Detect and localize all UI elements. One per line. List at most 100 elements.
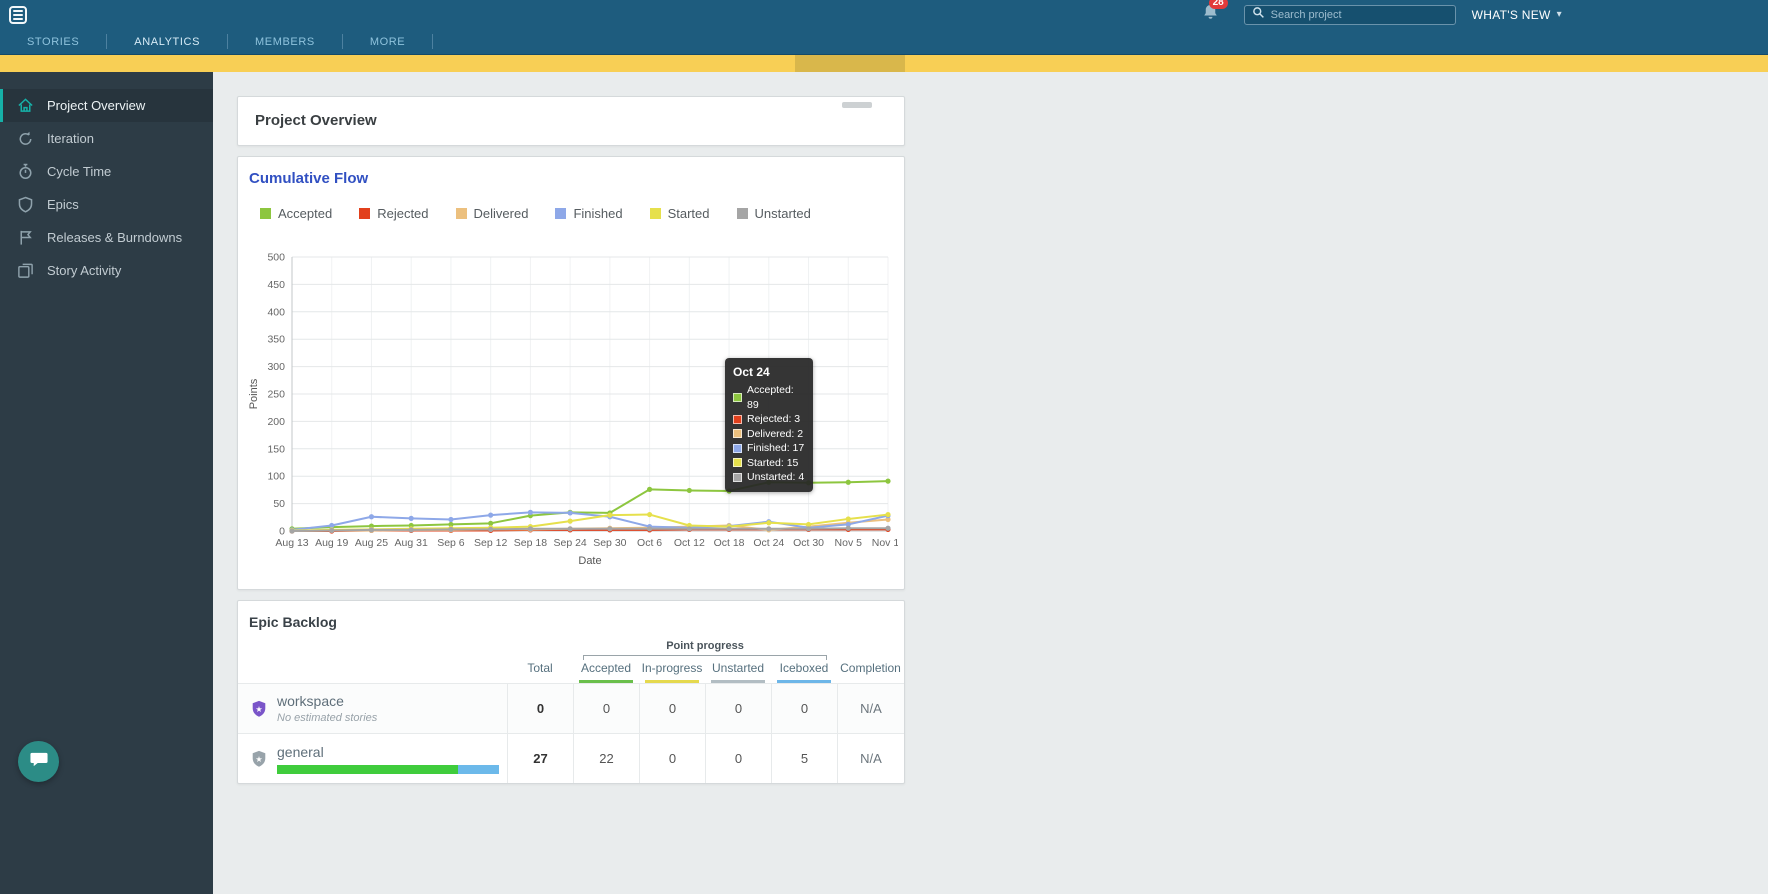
tooltip-title: Oct 24 (733, 365, 805, 379)
svg-text:Points: Points (248, 378, 260, 409)
column-header-total: Total (507, 656, 573, 683)
cell-in-progress: 0 (639, 684, 705, 733)
legend-label: Unstarted (755, 206, 811, 221)
chart-legend: Accepted Rejected Delivered Finished Started… (238, 187, 904, 221)
legend-item[interactable]: Accepted (260, 206, 332, 221)
chat-bubble-icon (29, 749, 49, 774)
tooltip-row: Unstarted: 4 (733, 470, 805, 485)
svg-text:Sep 30: Sep 30 (593, 537, 626, 549)
svg-text:50: 50 (273, 498, 285, 510)
search-input[interactable] (1271, 9, 1448, 21)
tab-analytics[interactable]: ANALYTICS (107, 29, 227, 55)
legend-swatch-icon (456, 208, 467, 219)
app-logo-icon[interactable] (9, 6, 27, 24)
legend-swatch-icon (555, 208, 566, 219)
page-layout: Project Overview Iteration Cycle Time Ep… (0, 72, 1768, 894)
chat-launcher-button[interactable] (18, 741, 59, 782)
legend-label: Accepted (278, 206, 332, 221)
legend-label: Rejected (377, 206, 428, 221)
svg-text:200: 200 (267, 416, 285, 428)
sidebar-item-label: Cycle Time (47, 164, 111, 179)
legend-item[interactable]: Rejected (359, 206, 428, 221)
tooltip-row: Rejected: 3 (733, 412, 805, 427)
shield-star-icon: ★ (250, 700, 268, 718)
cell-iceboxed: 5 (771, 734, 837, 783)
tab-members[interactable]: MEMBERS (228, 29, 342, 55)
column-header-accepted: Accepted (573, 656, 639, 683)
tab-stories[interactable]: STORIES (0, 29, 106, 55)
legend-item[interactable]: Finished (555, 206, 622, 221)
sidebar-item-story-activity[interactable]: Story Activity (0, 254, 213, 287)
sidebar-item-label: Iteration (47, 131, 94, 146)
flag-icon (17, 229, 34, 246)
svg-text:400: 400 (267, 306, 285, 318)
epic-subtitle: No estimated stories (277, 712, 377, 724)
cell-unstarted: 0 (705, 734, 771, 783)
search-box (1244, 5, 1456, 25)
point-progress-label: Point progress (666, 640, 744, 652)
legend-item[interactable]: Started (650, 206, 710, 221)
top-bar-row: 28 WHAT'S NEW ▾ (0, 0, 1768, 29)
top-bar: 28 WHAT'S NEW ▾ STORIES ANALYTICS MEMBER… (0, 0, 1768, 55)
epic-link-general[interactable]: ★ general (238, 734, 507, 783)
epic-link-workspace[interactable]: ★ workspace No estimated stories (238, 684, 507, 733)
search-icon (1252, 6, 1265, 24)
svg-text:Nov 5: Nov 5 (835, 537, 863, 549)
svg-text:Sep 12: Sep 12 (474, 537, 507, 549)
home-icon (17, 97, 34, 114)
top-right-controls: 28 WHAT'S NEW ▾ (1201, 3, 1768, 27)
cell-total: 0 (507, 684, 573, 733)
svg-text:100: 100 (267, 471, 285, 483)
column-header-completion: Completion (837, 656, 904, 683)
cell-in-progress: 0 (639, 734, 705, 783)
svg-text:150: 150 (267, 443, 285, 455)
point-progress-group-row: Point progress (238, 636, 904, 656)
svg-text:450: 450 (267, 279, 285, 291)
legend-label: Delivered (474, 206, 529, 221)
cell-accepted: 0 (573, 684, 639, 733)
column-header-iceboxed: Iceboxed (771, 656, 837, 683)
whats-new-button[interactable]: WHAT'S NEW ▾ (1472, 8, 1562, 22)
page-title: Project Overview (255, 112, 887, 129)
nav-separator (432, 34, 433, 49)
epic-progress-bar (277, 765, 499, 774)
legend-item[interactable]: Delivered (456, 206, 529, 221)
cumulative-flow-card: Cumulative Flow Accepted Rejected Delivere… (237, 156, 905, 590)
sidebar-item-iteration[interactable]: Iteration (0, 122, 213, 155)
project-nav: STORIES ANALYTICS MEMBERS MORE (0, 29, 1768, 55)
sidebar-item-label: Releases & Burndowns (47, 230, 182, 245)
svg-text:250: 250 (267, 389, 285, 401)
legend-label: Started (668, 206, 710, 221)
svg-text:Oct 18: Oct 18 (714, 537, 745, 549)
sidebar-item-label: Epics (47, 197, 79, 212)
tab-more[interactable]: MORE (343, 29, 432, 55)
cell-unstarted: 0 (705, 684, 771, 733)
whats-new-label: WHAT'S NEW (1472, 8, 1551, 22)
table-row: ★ general 27 22 0 0 5 N/A (238, 733, 904, 783)
sidebar-item-project-overview[interactable]: Project Overview (0, 89, 213, 122)
cell-completion: N/A (837, 684, 904, 733)
cumulative-flow-title: Cumulative Flow (238, 170, 904, 187)
banner-redacted-block (795, 55, 905, 72)
svg-text:Oct 30: Oct 30 (793, 537, 824, 549)
legend-swatch-icon (650, 208, 661, 219)
notifications-button[interactable]: 28 (1201, 3, 1220, 27)
legend-item[interactable]: Unstarted (737, 206, 811, 221)
sidebar-item-cycle-time[interactable]: Cycle Time (0, 155, 213, 188)
svg-text:Aug 25: Aug 25 (355, 537, 388, 549)
shield-icon (17, 196, 34, 213)
svg-text:350: 350 (267, 334, 285, 346)
svg-text:Oct 6: Oct 6 (637, 537, 662, 549)
svg-text:Date: Date (578, 555, 601, 567)
svg-text:Nov 11: Nov 11 (872, 537, 898, 549)
sidebar-item-releases-burndowns[interactable]: Releases & Burndowns (0, 221, 213, 254)
svg-text:Sep 24: Sep 24 (553, 537, 586, 549)
sidebar-item-epics[interactable]: Epics (0, 188, 213, 221)
svg-text:Sep 6: Sep 6 (437, 537, 465, 549)
cell-completion: N/A (837, 734, 904, 783)
redacted-block (842, 102, 872, 108)
svg-text:Aug 19: Aug 19 (315, 537, 348, 549)
svg-text:500: 500 (267, 252, 285, 264)
cell-total: 27 (507, 734, 573, 783)
chart-tooltip: Oct 24 Accepted: 89Rejected: 3Delivered:… (725, 358, 813, 492)
